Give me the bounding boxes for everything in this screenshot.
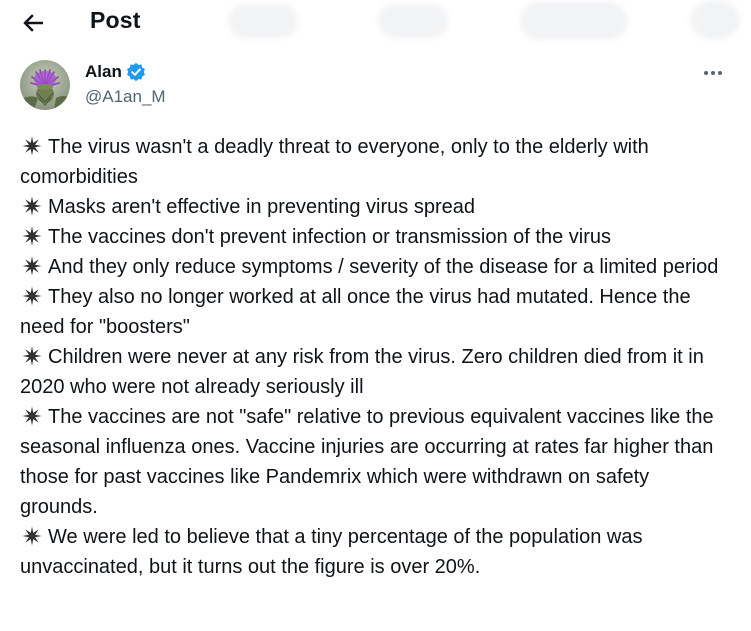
author-name-row: Alan [85,62,146,82]
post-bullet-text: Children were never at any risk from the… [20,346,704,398]
post-bullet-item: The vaccines are not "safe" relative to … [20,402,731,522]
verified-badge-icon [126,62,145,82]
eight-pointed-star-icon [22,286,42,306]
post-header: Post [0,0,751,44]
post-bullet-text: And they only reduce symptoms / severity… [48,256,719,278]
page-title: Post [90,7,141,33]
eight-pointed-star-icon [22,196,42,216]
eight-pointed-star-icon [22,526,42,546]
post-bullet-item: The virus wasn't a deadly threat to ever… [20,132,731,192]
blurred-header-shape [690,0,740,40]
back-button[interactable] [16,6,50,40]
blurred-header-shape [228,4,298,38]
post-bullet-text: We were led to believe that a tiny perce… [20,526,643,578]
post-bullet-item: And they only reduce symptoms / severity… [20,252,731,282]
more-horizontal-icon [704,71,722,75]
post-bullet-item: They also no longer worked at all once t… [20,282,731,342]
eight-pointed-star-icon [22,346,42,366]
post-bullet-text: They also no longer worked at all once t… [20,286,691,338]
post-bullet-text: Masks aren't effective in preventing vir… [48,196,475,218]
post-text: The virus wasn't a deadly threat to ever… [20,132,731,582]
blurred-header-shape [520,2,628,40]
more-options-button[interactable] [699,62,727,84]
avatar[interactable] [20,60,70,110]
eight-pointed-star-icon [22,136,42,156]
post-bullet-text: The vaccines don't prevent infection or … [48,226,611,248]
thistle-flower-avatar-icon [20,60,70,110]
post-bullet-item: Masks aren't effective in preventing vir… [20,192,731,222]
author-display-name[interactable]: Alan [85,62,122,82]
arrow-left-icon [23,14,43,32]
eight-pointed-star-icon [22,256,42,276]
post-bullet-item: We were led to believe that a tiny perce… [20,522,731,582]
post-bullet-item: The vaccines don't prevent infection or … [20,222,731,252]
author-handle[interactable]: @A1an_M [85,87,166,107]
blurred-header-shape [378,4,448,38]
post-bullet-text: The virus wasn't a deadly threat to ever… [20,136,649,188]
post-bullet-text: The vaccines are not "safe" relative to … [20,406,714,518]
post-page: Post Alan @A1an_M The virus wasn't a dea… [0,0,751,631]
post-bullet-item: Children were never at any risk from the… [20,342,731,402]
post-author: Alan @A1an_M [20,60,731,112]
eight-pointed-star-icon [22,406,42,426]
eight-pointed-star-icon [22,226,42,246]
